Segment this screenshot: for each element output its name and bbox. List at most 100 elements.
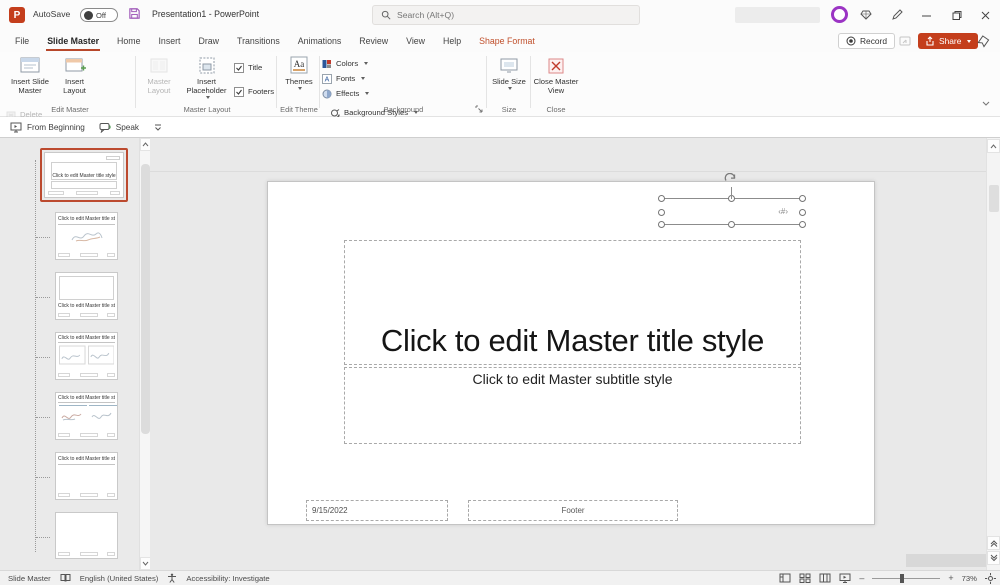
- tab-animations[interactable]: Animations: [289, 30, 351, 52]
- accessibility-label[interactable]: Accessibility: Investigate: [186, 574, 269, 583]
- thumbnail-layout-3[interactable]: Click to edit Master title style: [55, 332, 118, 380]
- insert-placeholder-button[interactable]: Insert Placeholder: [182, 54, 232, 104]
- tree-stub: [36, 537, 50, 538]
- subtitle-placeholder[interactable]: Click to edit Master subtitle style: [344, 367, 801, 444]
- avatar[interactable]: [831, 6, 848, 23]
- svg-text:Aa: Aa: [294, 59, 305, 69]
- horizontal-scrollbar-thumb[interactable]: [906, 554, 986, 567]
- zoom-level[interactable]: 73%: [962, 574, 977, 583]
- slide-number-placeholder[interactable]: ‹#›: [662, 198, 802, 225]
- from-beginning-button[interactable]: From Beginning: [10, 122, 85, 133]
- vertical-scrollbar[interactable]: [986, 138, 1000, 570]
- fonts-button[interactable]: A Fonts: [322, 72, 369, 85]
- collapse-ribbon-icon[interactable]: [981, 100, 991, 108]
- tree-stub: [36, 417, 50, 418]
- tab-insert[interactable]: Insert: [149, 30, 189, 52]
- view-name-label[interactable]: Slide Master: [8, 574, 51, 583]
- status-bar: Slide Master English (United States) Acc…: [0, 570, 1000, 585]
- selection-handle[interactable]: [799, 221, 806, 228]
- master-layout-button: Master Layout: [139, 54, 179, 104]
- tab-help[interactable]: Help: [434, 30, 470, 52]
- thumbnail-scrollbar-thumb[interactable]: [141, 164, 150, 434]
- selection-handle[interactable]: [728, 221, 735, 228]
- tab-home[interactable]: Home: [108, 30, 149, 52]
- thumbnail-master[interactable]: Click to edit Master title style: [44, 152, 124, 198]
- accessibility-icon[interactable]: [167, 573, 177, 583]
- effects-button[interactable]: Effects: [322, 87, 369, 100]
- themes-button[interactable]: Aa Themes: [279, 54, 319, 104]
- close-master-view-icon: [546, 56, 566, 76]
- zoom-slider[interactable]: [872, 578, 940, 579]
- qat-overflow-icon[interactable]: [153, 123, 163, 132]
- thumbnail-layout-2[interactable]: Click to edit Master title style: [55, 272, 118, 320]
- thumbnail-layout-4[interactable]: Click to edit Master title style: [55, 392, 118, 440]
- previous-slide-button[interactable]: [987, 536, 1000, 550]
- search-input[interactable]: [397, 10, 617, 20]
- footer-text: Footer: [561, 506, 584, 515]
- group-size: Slide Size Size: [489, 54, 529, 114]
- vertical-scrollbar-thumb[interactable]: [989, 185, 999, 212]
- colors-button[interactable]: Colors: [322, 57, 369, 70]
- autosave-toggle[interactable]: Off: [80, 8, 118, 22]
- rotation-handle-icon[interactable]: [723, 173, 738, 188]
- thumbnail-layout-6[interactable]: [55, 512, 118, 559]
- background-dialog-launcher-icon[interactable]: [475, 105, 483, 113]
- date-placeholder[interactable]: 9/15/2022: [306, 500, 448, 521]
- save-icon[interactable]: [128, 7, 141, 20]
- diamond-icon[interactable]: [858, 7, 874, 23]
- tab-shape-format[interactable]: Shape Format: [470, 30, 544, 52]
- slideshow-view-icon[interactable]: [839, 573, 851, 583]
- speak-button[interactable]: Speak: [99, 122, 139, 133]
- record-button[interactable]: Record: [838, 33, 895, 49]
- tab-draw[interactable]: Draw: [190, 30, 229, 52]
- tab-transitions[interactable]: Transitions: [228, 30, 289, 52]
- tab-view[interactable]: View: [397, 30, 434, 52]
- fonts-dropdown-icon: [361, 77, 365, 80]
- restore-button[interactable]: [948, 7, 964, 23]
- pin-ribbon-icon[interactable]: [977, 35, 990, 48]
- reading-view-icon[interactable]: [819, 573, 831, 583]
- title-checkbox[interactable]: Title: [234, 61, 274, 74]
- slide-master-editing-surface[interactable]: ‹#› Click to edit Master title style: [267, 181, 875, 525]
- insert-layout-button[interactable]: Insert Layout: [57, 54, 93, 104]
- next-slide-button[interactable]: [987, 551, 1000, 565]
- selection-handle[interactable]: [799, 209, 806, 216]
- selection-handle[interactable]: [799, 195, 806, 202]
- footer-placeholder[interactable]: Footer: [468, 500, 678, 521]
- pencil-icon[interactable]: [889, 7, 905, 23]
- share-button[interactable]: Share: [918, 33, 978, 49]
- selection-handle[interactable]: [658, 209, 665, 216]
- slide-size-button[interactable]: Slide Size: [489, 54, 529, 104]
- quick-access-toolbar: From Beginning Speak: [0, 117, 1000, 138]
- share-dropdown-icon: [967, 40, 971, 43]
- selection-handle[interactable]: [658, 195, 665, 202]
- zoom-in-icon[interactable]: +: [948, 573, 953, 583]
- tab-file[interactable]: File: [6, 30, 38, 52]
- selection-handle[interactable]: [658, 221, 665, 228]
- slide-sorter-view-icon[interactable]: [799, 573, 811, 583]
- search-box[interactable]: [372, 5, 640, 25]
- tab-slide-master[interactable]: Slide Master: [38, 30, 108, 52]
- footers-checkbox[interactable]: Footers: [234, 85, 274, 98]
- zoom-out-icon[interactable]: –: [859, 573, 864, 583]
- title-placeholder[interactable]: Click to edit Master title style: [344, 240, 801, 365]
- normal-view-icon[interactable]: [779, 573, 791, 583]
- close-master-view-button[interactable]: Close Master View: [533, 54, 579, 104]
- powerpoint-app-icon: P: [9, 7, 25, 23]
- zoom-slider-thumb[interactable]: [900, 574, 904, 583]
- document-title: Presentation1 - PowerPoint: [152, 9, 259, 19]
- canvas-guide-line: [150, 171, 986, 172]
- tab-review[interactable]: Review: [350, 30, 397, 52]
- insert-placeholder-icon: [196, 56, 218, 76]
- minimize-button[interactable]: [918, 7, 934, 23]
- close-button[interactable]: [977, 7, 993, 23]
- insert-slide-master-button[interactable]: Insert Slide Master: [6, 54, 54, 104]
- group-label-edit-theme: Edit Theme: [279, 105, 319, 114]
- spellcheck-book-icon[interactable]: [60, 573, 71, 583]
- fit-to-window-icon[interactable]: [985, 573, 996, 584]
- thumbnail-scrollbar[interactable]: [139, 138, 150, 570]
- language-label[interactable]: English (United States): [80, 574, 159, 583]
- scroll-up-icon[interactable]: [987, 139, 1000, 153]
- thumbnail-layout-1[interactable]: Click to edit Master title style: [55, 212, 118, 260]
- thumbnail-layout-5[interactable]: Click to edit Master title style: [55, 452, 118, 500]
